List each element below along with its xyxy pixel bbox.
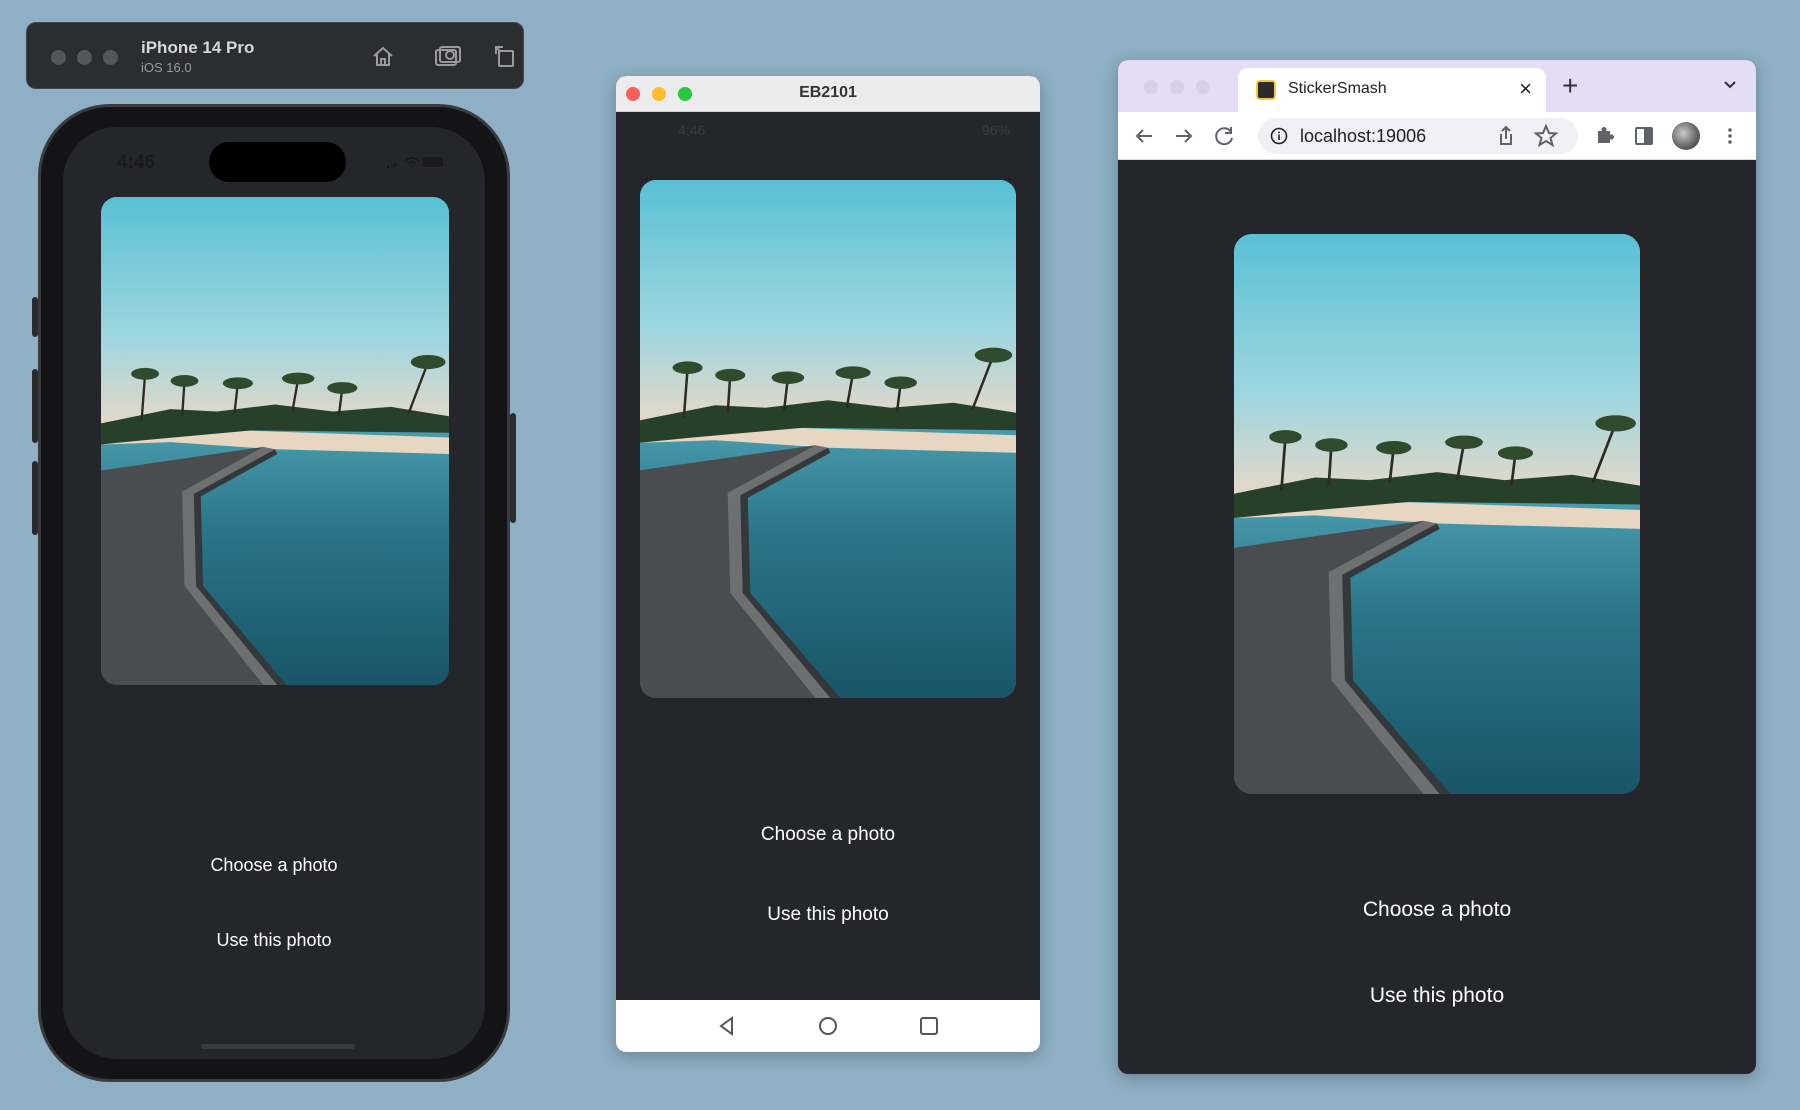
- window-zoom-button[interactable]: [1196, 80, 1210, 94]
- chevron-down-icon[interactable]: [1722, 76, 1738, 92]
- choose-photo-button[interactable]: Choose a photo: [1118, 898, 1756, 922]
- choose-photo-button[interactable]: Choose a photo: [63, 855, 485, 876]
- use-photo-button[interactable]: Use this photo: [63, 930, 485, 951]
- new-tab-icon[interactable]: +: [1562, 71, 1578, 101]
- mute-switch: [32, 297, 38, 337]
- extensions-icon[interactable]: [1590, 122, 1618, 150]
- android-status-bar: 4:46 96%: [616, 112, 1040, 152]
- window-minimize-button[interactable]: [77, 50, 92, 65]
- favicon-icon: [1256, 80, 1276, 100]
- window-close-button[interactable]: [1144, 80, 1158, 94]
- back-arrow-icon[interactable]: [1130, 122, 1158, 150]
- use-photo-button[interactable]: Use this photo: [1118, 984, 1756, 1008]
- simulator-device-name: iPhone 14 Pro: [141, 38, 255, 57]
- address-bar[interactable]: localhost:19006: [1258, 118, 1578, 154]
- iphone-frame: 4:46 Choose a photo Use this photo: [32, 104, 516, 1082]
- close-icon[interactable]: ×: [1519, 76, 1532, 102]
- simulator-os-version: iOS 16.0: [141, 60, 192, 75]
- browser-toolbar: localhost:19006: [1118, 112, 1756, 160]
- recents-icon[interactable]: [916, 1013, 942, 1039]
- selected-photo: [1234, 234, 1640, 794]
- tab-title: StickerSmash: [1288, 80, 1387, 97]
- selected-photo: [101, 197, 449, 685]
- power-button: [510, 413, 516, 523]
- choose-photo-button[interactable]: Choose a photo: [616, 824, 1040, 846]
- share-icon[interactable]: [1492, 122, 1520, 150]
- android-nav-bar: [616, 1000, 1040, 1052]
- window-minimize-button[interactable]: [1170, 80, 1184, 94]
- home-icon[interactable]: [369, 42, 397, 70]
- volume-down-button: [32, 461, 38, 535]
- tab-strip: StickerSmash × +: [1118, 60, 1756, 112]
- dynamic-island: [209, 142, 346, 182]
- reload-icon[interactable]: [1210, 122, 1238, 150]
- volume-up-button: [32, 369, 38, 443]
- window-zoom-button[interactable]: [103, 50, 118, 65]
- emulator-title-bar: EB2101: [616, 76, 1040, 112]
- home-icon[interactable]: [815, 1013, 841, 1039]
- bookmark-star-icon[interactable]: [1532, 122, 1560, 150]
- profile-avatar[interactable]: [1672, 122, 1700, 150]
- chrome-browser-window: StickerSmash × + localhost:19006 Choose …: [1118, 60, 1756, 1074]
- screenshot-icon[interactable]: [433, 42, 461, 70]
- status-time: 4:46: [678, 122, 706, 138]
- window-close-button[interactable]: [51, 50, 66, 65]
- battery-level: 96%: [981, 122, 1010, 138]
- ios-app-screen: 4:46 Choose a photo Use this photo: [63, 127, 485, 1059]
- simulator-toolbar: iPhone 14 Pro iOS 16.0: [26, 22, 524, 89]
- home-indicator: [201, 1044, 355, 1049]
- selected-photo: [640, 180, 1016, 698]
- back-icon[interactable]: [714, 1013, 740, 1039]
- forward-arrow-icon[interactable]: [1170, 122, 1198, 150]
- active-tab[interactable]: StickerSmash ×: [1238, 68, 1546, 112]
- more-menu-icon[interactable]: [1716, 122, 1744, 150]
- side-panel-icon[interactable]: [1630, 122, 1658, 150]
- status-time: 4:46: [117, 152, 156, 173]
- info-icon[interactable]: [1270, 127, 1288, 145]
- window-title: EB2101: [799, 84, 857, 101]
- use-photo-button[interactable]: Use this photo: [616, 904, 1040, 926]
- url-text: localhost:19006: [1300, 126, 1427, 146]
- android-emulator-window: EB2101 4:46 96% Choose a photo Use this …: [616, 76, 1040, 1052]
- status-icons: [385, 153, 445, 171]
- rotate-icon[interactable]: [491, 42, 519, 70]
